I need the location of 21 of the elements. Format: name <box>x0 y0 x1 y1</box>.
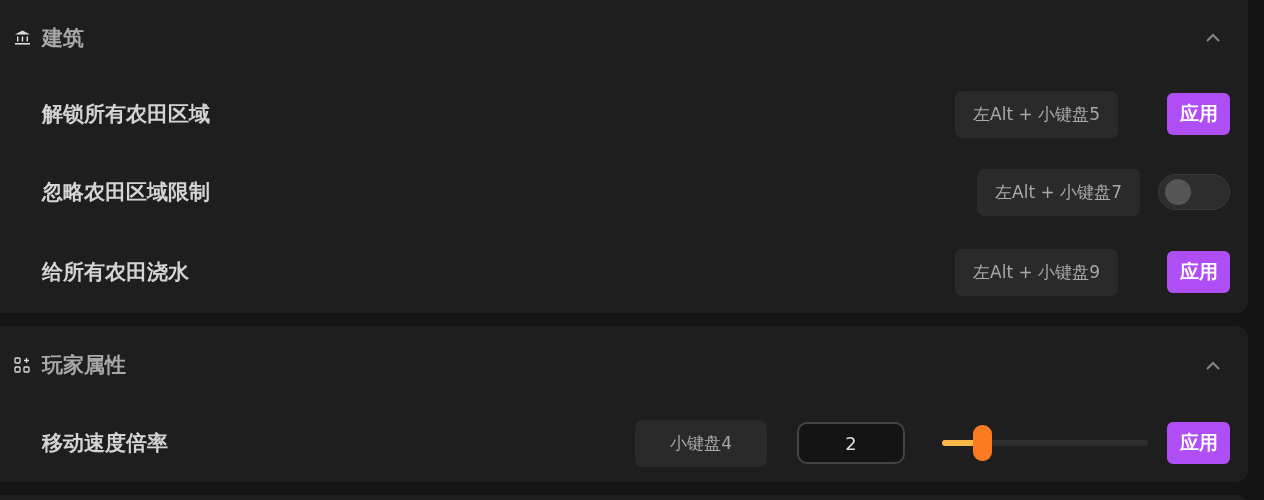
setting-label: 解锁所有农田区域 <box>42 101 211 128</box>
chevron-up-icon[interactable] <box>1206 33 1220 42</box>
section-title: 建筑 <box>42 24 85 52</box>
slider-thumb[interactable] <box>973 425 993 461</box>
hotkey-badge[interactable]: 左Alt + 小键盘5 <box>955 90 1118 138</box>
bank-icon <box>14 30 31 45</box>
number-input[interactable]: 2 <box>797 422 905 464</box>
apply-button[interactable]: 应用 <box>1167 422 1230 464</box>
apply-button[interactable]: 应用 <box>1167 93 1230 135</box>
toggle-switch[interactable] <box>1158 174 1230 210</box>
setting-label: 忽略农田区域限制 <box>42 179 211 206</box>
hotkey-badge[interactable]: 左Alt + 小键盘9 <box>955 248 1118 296</box>
apps-add-icon <box>14 356 31 374</box>
setting-label: 移动速度倍率 <box>42 430 169 457</box>
section-title: 玩家属性 <box>42 352 127 379</box>
apply-button[interactable]: 应用 <box>1167 251 1230 293</box>
slider[interactable] <box>942 425 1148 461</box>
chevron-up-icon[interactable] <box>1206 360 1220 370</box>
hotkey-badge[interactable]: 小键盘4 <box>635 419 767 467</box>
setting-label: 给所有农田浇水 <box>42 259 190 286</box>
hotkey-badge[interactable]: 左Alt + 小键盘7 <box>977 168 1140 216</box>
